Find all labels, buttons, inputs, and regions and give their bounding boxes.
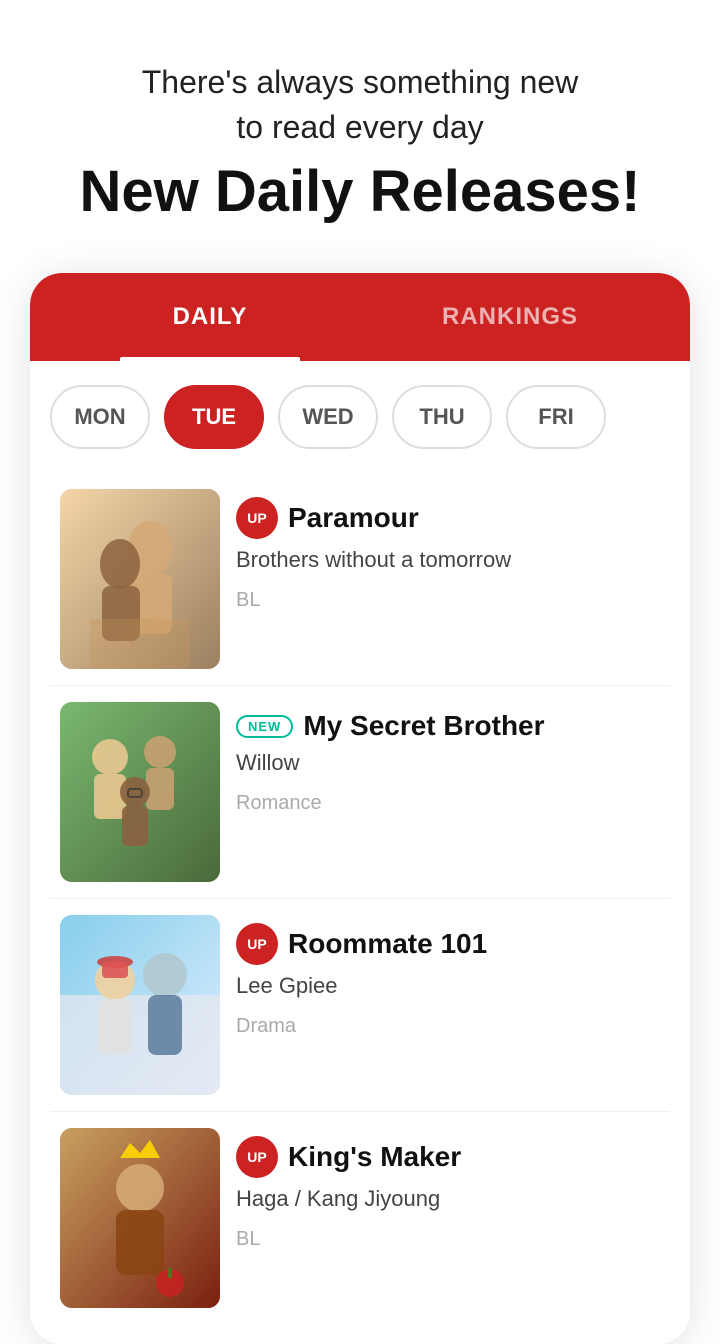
day-mon[interactable]: MON xyxy=(50,385,150,449)
title-row: NEW My Secret Brother xyxy=(236,710,644,742)
comic-author-roommate-101: Lee Gpiee xyxy=(236,973,644,999)
page: There's always something new to read eve… xyxy=(0,0,720,1344)
tab-rankings[interactable]: RANKINGS xyxy=(360,273,660,361)
main-card: DAILY RANKINGS MON TUE WED THU FRI xyxy=(30,273,690,1344)
header-subtitle: There's always something new to read eve… xyxy=(40,60,680,150)
day-tue[interactable]: TUE xyxy=(164,385,264,449)
badge-up-kings-maker: UP xyxy=(236,1136,278,1178)
comic-title-paramour: Paramour xyxy=(288,502,419,534)
comic-info-kings-maker: UP King's Maker Haga / Kang Jiyoung BL xyxy=(220,1128,660,1259)
comic-title-my-secret-brother: My Secret Brother xyxy=(303,710,544,742)
comic-genre-paramour: BL xyxy=(236,589,644,612)
comic-title-kings-maker: King's Maker xyxy=(288,1141,461,1173)
tab-daily[interactable]: DAILY xyxy=(60,273,360,361)
comic-author-kings-maker: Haga / Kang Jiyoung xyxy=(236,1186,644,1212)
list-item[interactable]: UP Paramour Brothers without a tomorrow … xyxy=(50,473,670,686)
comic-cover-paramour xyxy=(60,489,220,669)
badge-up-roommate-101: UP xyxy=(236,923,278,965)
title-row: UP Paramour xyxy=(236,497,644,539)
comic-genre-kings-maker: BL xyxy=(236,1228,644,1251)
day-thu[interactable]: THU xyxy=(392,385,492,449)
comic-info-paramour: UP Paramour Brothers without a tomorrow … xyxy=(220,489,660,620)
comic-genre-roommate-101: Drama xyxy=(236,1015,644,1038)
comic-cover-kings-maker xyxy=(60,1128,220,1308)
list-item[interactable]: NEW My Secret Brother Willow Romance xyxy=(50,686,670,899)
list-item[interactable]: UP Roommate 101 Lee Gpiee Drama xyxy=(50,899,670,1112)
title-row: UP Roommate 101 xyxy=(236,923,644,965)
comic-author-paramour: Brothers without a tomorrow xyxy=(236,547,644,573)
day-selector: MON TUE WED THU FRI xyxy=(30,361,690,473)
comic-genre-my-secret-brother: Romance xyxy=(236,792,644,815)
badge-up-paramour: UP xyxy=(236,497,278,539)
comic-author-my-secret-brother: Willow xyxy=(236,750,644,776)
comic-title-roommate-101: Roommate 101 xyxy=(288,928,487,960)
list-item[interactable]: UP King's Maker Haga / Kang Jiyoung BL xyxy=(50,1112,670,1324)
badge-new-my-secret-brother: NEW xyxy=(236,715,293,738)
comic-cover-my-secret-brother xyxy=(60,702,220,882)
comic-cover-roommate-101 xyxy=(60,915,220,1095)
header: There's always something new to read eve… xyxy=(0,0,720,253)
day-fri[interactable]: FRI xyxy=(506,385,606,449)
comic-info-roommate-101: UP Roommate 101 Lee Gpiee Drama xyxy=(220,915,660,1046)
comics-list: UP Paramour Brothers without a tomorrow … xyxy=(30,473,690,1324)
day-wed[interactable]: WED xyxy=(278,385,378,449)
tabs-bar: DAILY RANKINGS xyxy=(30,273,690,361)
comic-info-my-secret-brother: NEW My Secret Brother Willow Romance xyxy=(220,702,660,823)
title-row: UP King's Maker xyxy=(236,1136,644,1178)
header-title: New Daily Releases! xyxy=(40,160,680,224)
